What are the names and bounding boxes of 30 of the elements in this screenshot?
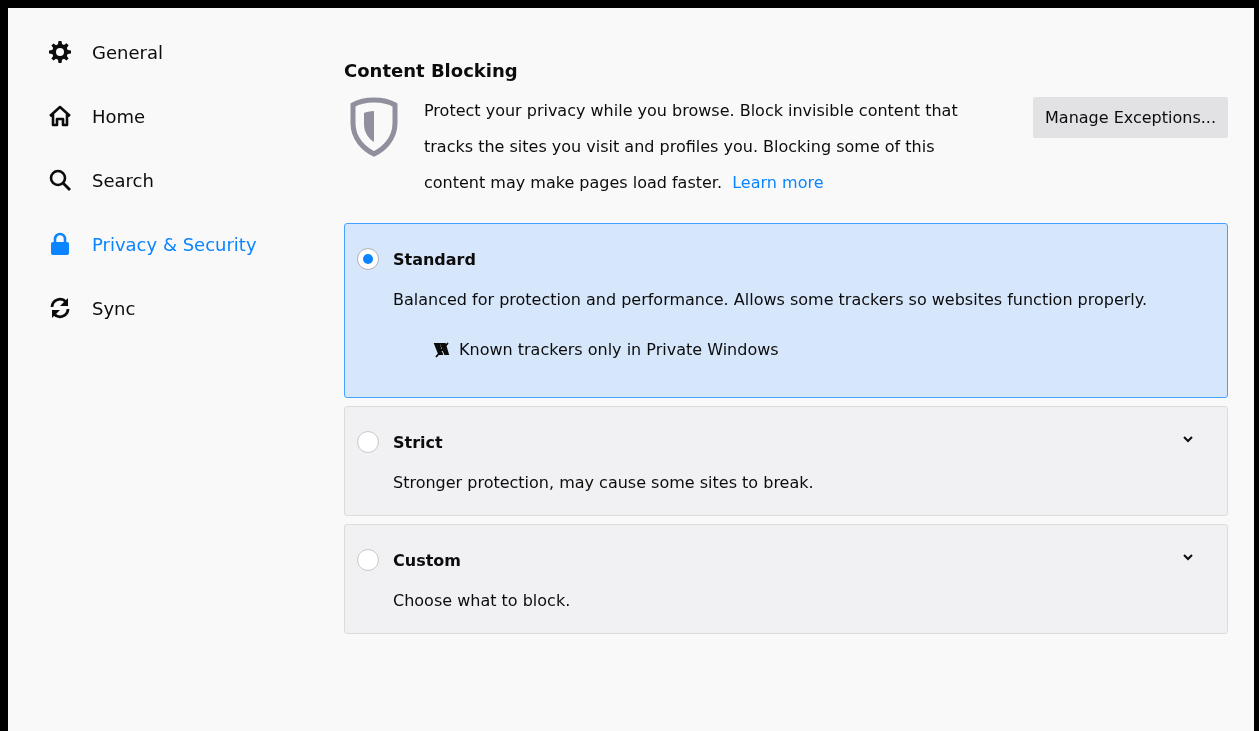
sync-icon [48, 296, 72, 320]
option-description: Balanced for protection and performance. Allows some trackers so websites function properly. [393, 289, 1149, 311]
gear-icon [48, 40, 72, 64]
radio-button[interactable] [357, 549, 379, 571]
shield-icon [350, 97, 398, 157]
chevron-icon[interactable] [1183, 435, 1193, 443]
detail-text: Known trackers only in Private Windows [459, 340, 779, 359]
option-card[interactable]: Strict Stronger protection, may cause some sites to break. [344, 406, 1228, 516]
option-card[interactable]: Standard Balanced for protection and performance. Allows some trackers so websites function properly. Known trackers only in Private Windows [344, 223, 1228, 398]
chevron-icon[interactable] [1183, 553, 1193, 561]
radio-button[interactable] [357, 248, 379, 270]
search-icon [48, 168, 72, 192]
option-label: Strict [393, 432, 443, 452]
sidebar-item[interactable]: General [48, 38, 344, 66]
option-card[interactable]: Custom Choose what to block. [344, 524, 1228, 634]
sidebar-item[interactable]: Home [48, 102, 344, 130]
manage-exceptions-button[interactable]: Manage Exceptions... [1033, 97, 1228, 138]
radio-button[interactable] [357, 431, 379, 453]
home-icon [48, 104, 72, 128]
option-description: Stronger protection, may cause some sites to break. [393, 472, 815, 494]
section-title: Content Blocking [344, 60, 519, 81]
option-label: Standard [393, 249, 476, 269]
option-label: Custom [393, 550, 461, 570]
sidebar-item[interactable]: Search [48, 166, 344, 194]
sidebar-item[interactable]: Privacy & Security [48, 230, 344, 258]
learn-more-link[interactable]: Learn more [732, 173, 824, 192]
description-text: Protect your privacy while you browse. Block invisible content that tracks the sites you visit and profiles you. Blocking some of this content may make pages load faster. Learn more [424, 100, 959, 194]
lock-icon [48, 232, 72, 256]
sidebar-item[interactable]: Sync [48, 294, 344, 322]
option-description: Choose what to block. [393, 590, 572, 612]
